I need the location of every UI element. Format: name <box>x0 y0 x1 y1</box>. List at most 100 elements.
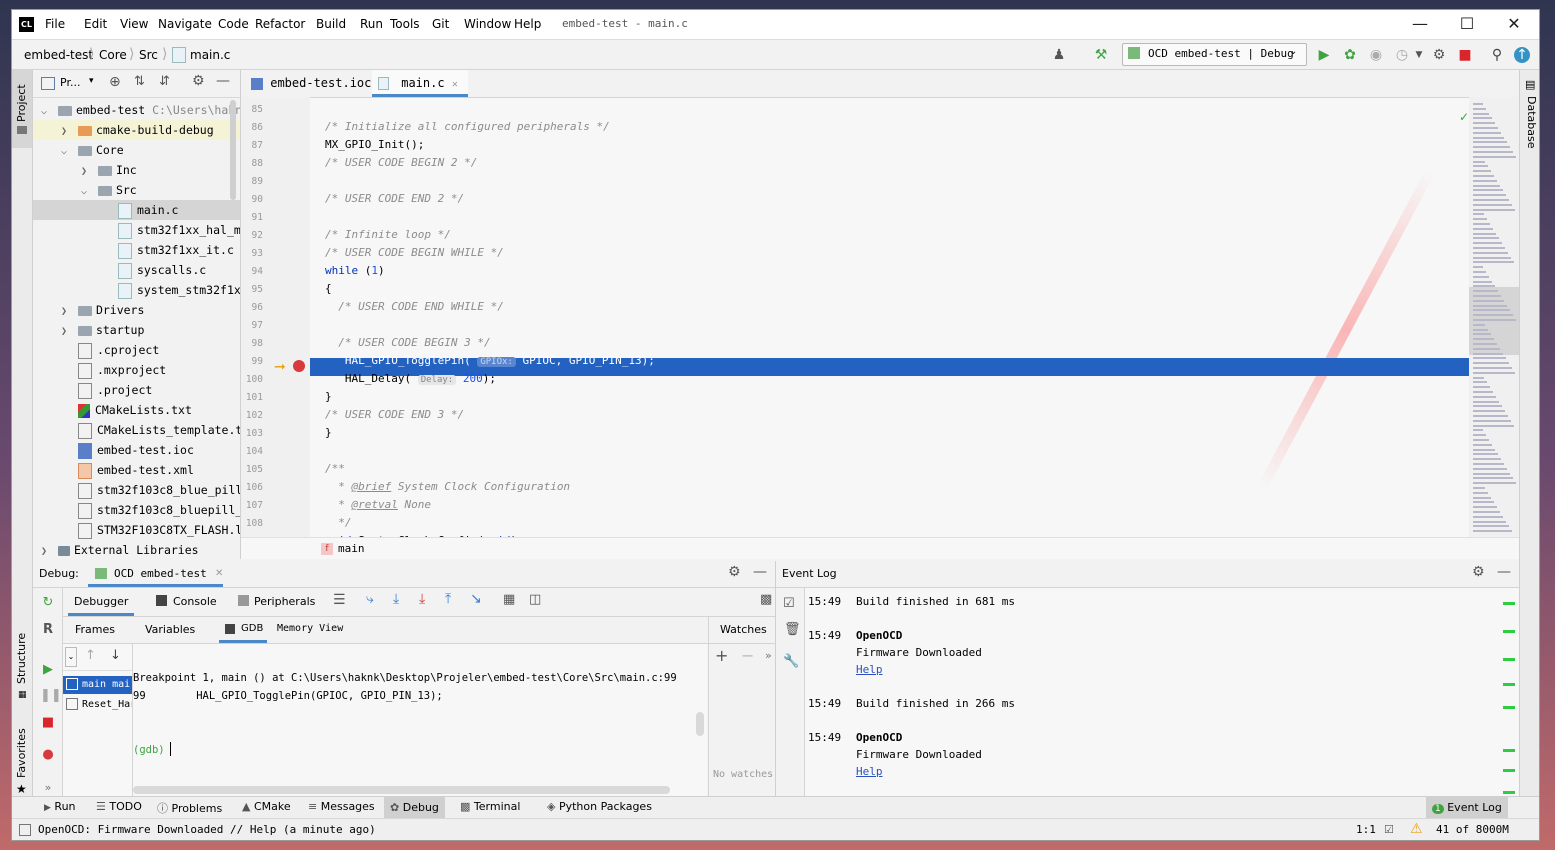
code-line[interactable]: /* USER CODE BEGIN 2 */ <box>325 156 477 169</box>
tab-peripherals[interactable]: Peripherals <box>254 595 315 608</box>
force-step-into-icon[interactable]: ⤓ <box>419 591 425 607</box>
frame-row-selected[interactable]: main mai <box>63 676 132 694</box>
breadcrumb-core[interactable]: Core <box>99 48 127 62</box>
line-number[interactable]: 87 <box>241 140 263 151</box>
coverage-icon[interactable]: ◉ <box>1367 46 1385 64</box>
menu-navigate[interactable]: Navigate <box>158 17 212 31</box>
tab-frames[interactable]: Frames <box>75 623 115 636</box>
line-number[interactable]: 86 <box>241 122 263 133</box>
tab-embed-test-ioc[interactable]: embed-test.ioc <box>249 70 373 97</box>
menu-tools[interactable]: Tools <box>390 17 420 31</box>
project-view-select[interactable]: Pr... <box>60 76 80 89</box>
line-number[interactable]: 98 <box>241 338 263 349</box>
tree-item[interactable]: .cproject <box>33 340 240 360</box>
tree-item[interactable]: system_stm32f1xx.c <box>33 280 240 300</box>
tree-item[interactable]: STM32F103C8TX_FLASH.ld <box>33 520 240 540</box>
pause-icon[interactable]: ❚❚ <box>40 688 62 704</box>
run-configuration-select[interactable]: OCD embed-test | Debug ⌄ <box>1122 43 1307 66</box>
close-session-icon[interactable]: ✕ <box>215 568 223 579</box>
tree-item[interactable]: syscalls.c <box>33 260 240 280</box>
menu-edit[interactable]: Edit <box>84 17 107 31</box>
toolwindow-problems[interactable]: ⓘ Problems <box>157 800 222 816</box>
menu-code[interactable]: Code <box>218 17 249 31</box>
tree-item[interactable]: stm32f1xx_it.c <box>33 240 240 260</box>
frame-row[interactable]: Reset_Har <box>63 696 132 714</box>
tab-debugger[interactable]: Debugger <box>68 588 135 616</box>
expand-all-icon[interactable]: ⇅ <box>134 74 145 89</box>
tab-gdb[interactable]: GDB <box>219 617 267 643</box>
line-number[interactable]: 95 <box>241 284 263 295</box>
code-line[interactable]: HAL_Delay( Delay: 200); <box>325 372 496 385</box>
help-link[interactable]: Help <box>856 663 883 676</box>
code-line[interactable]: } <box>325 390 332 403</box>
project-toolwindow-label[interactable]: Project <box>15 84 28 122</box>
mark-all-read-icon[interactable]: ☑ <box>783 596 795 611</box>
code-line[interactable]: /** <box>325 462 345 475</box>
more-actions-icon[interactable]: » <box>40 780 56 796</box>
chevron-icon[interactable]: ❯ <box>41 542 51 559</box>
code-line[interactable]: /* USER CODE END WHILE */ <box>325 300 504 313</box>
database-toolwindow-label[interactable]: Database <box>1525 96 1538 149</box>
toolwindow-python-packages[interactable]: ◈ Python Packages <box>547 800 652 813</box>
tree-item[interactable]: main.c <box>33 200 240 220</box>
stop-icon[interactable]: ■ <box>1456 46 1474 64</box>
menu-run[interactable]: Run <box>360 17 383 31</box>
trash-icon[interactable]: 🗑 <box>784 622 801 637</box>
chevron-down-icon[interactable]: ▾ <box>89 76 94 86</box>
tree-item[interactable]: CMakeLists_template.txt <box>33 420 240 440</box>
help-link[interactable]: Help <box>856 765 883 778</box>
menu-git[interactable]: Git <box>432 17 449 31</box>
locate-file-icon[interactable]: ⊕ <box>109 74 121 90</box>
line-number[interactable]: 107 <box>241 500 263 511</box>
remove-watch-icon[interactable]: − <box>741 646 754 665</box>
tab-variables[interactable]: Variables <box>145 623 195 636</box>
caret-position[interactable]: 1:1 <box>1356 823 1376 836</box>
code-line[interactable]: * @retval None <box>325 498 431 511</box>
tree-item[interactable]: ❯ startup <box>33 320 240 340</box>
status-message[interactable]: OpenOCD: Firmware Downloaded // Help (a … <box>38 823 376 836</box>
line-number[interactable]: 97 <box>241 320 263 331</box>
layout-icon[interactable]: ☰ <box>333 592 346 608</box>
more-actions-icon[interactable]: » <box>765 649 772 662</box>
lock-icon[interactable]: ☑ <box>1384 823 1394 836</box>
function-breadcrumb[interactable]: main <box>338 542 365 555</box>
disassembly-icon[interactable]: ◫ <box>529 592 541 607</box>
tree-item[interactable]: ❯ External Libraries <box>33 540 240 559</box>
line-number[interactable]: 104 <box>241 446 263 457</box>
line-number[interactable]: 91 <box>241 212 263 223</box>
code-line[interactable]: { <box>325 282 332 295</box>
debug-session-tab[interactable]: OCD embed-test <box>114 567 207 580</box>
tree-item[interactable]: stm32f1xx_hal_msp. <box>33 220 240 240</box>
tree-item[interactable]: ❯ Inc <box>33 160 240 180</box>
tree-item[interactable]: stm32f103c8_bluepill_stl: <box>33 500 240 520</box>
menu-view[interactable]: View <box>120 17 148 31</box>
code-line[interactable]: /* USER CODE BEGIN 3 */ <box>325 336 490 349</box>
tree-item[interactable]: ⌵ Core <box>33 140 240 160</box>
close-tab-icon[interactable]: ✕ <box>452 79 458 90</box>
restore-layout-icon[interactable]: ▩ <box>760 592 772 607</box>
code-line[interactable]: HAL_GPIO_TogglePin( GPIOx: GPIOC, GPIO_P… <box>325 354 655 367</box>
step-into-icon[interactable]: ⤓ <box>393 591 399 607</box>
horizontal-scrollbar[interactable] <box>133 786 670 794</box>
view-breakpoints-icon[interactable]: ● <box>40 747 56 763</box>
toolwindow-messages[interactable]: ≡ Messages <box>308 800 375 813</box>
profile-icon[interactable]: ◷ <box>1393 46 1411 64</box>
line-number[interactable]: 92 <box>241 230 263 241</box>
rerun-icon[interactable]: ↻ <box>40 595 56 611</box>
hide-panel-icon[interactable]: — <box>1497 564 1511 580</box>
build-hammer-icon[interactable]: ⚒ <box>1092 46 1110 64</box>
line-number[interactable]: 90 <box>241 194 263 205</box>
toolwindow-debug[interactable]: ✿ Debug <box>384 797 445 818</box>
toolwindow-cmake[interactable]: ▲ CMake <box>242 800 291 813</box>
gear-icon[interactable]: ⚙ <box>192 73 205 89</box>
menu-file[interactable]: File <box>45 17 65 31</box>
resume-icon[interactable]: ▶ <box>40 662 56 678</box>
tree-item[interactable]: ❯ Drivers <box>33 300 240 320</box>
tab-main-c[interactable]: main.c ✕ <box>372 70 468 97</box>
run-to-cursor-icon[interactable]: ↘ <box>470 591 482 607</box>
line-number[interactable]: 108 <box>241 518 263 529</box>
code-line[interactable]: /* Infinite loop */ <box>325 228 451 241</box>
minimap[interactable] <box>1469 97 1519 537</box>
tree-item[interactable]: ⌵ Src <box>33 180 240 200</box>
structure-toolwindow-label[interactable]: Structure <box>15 633 28 684</box>
